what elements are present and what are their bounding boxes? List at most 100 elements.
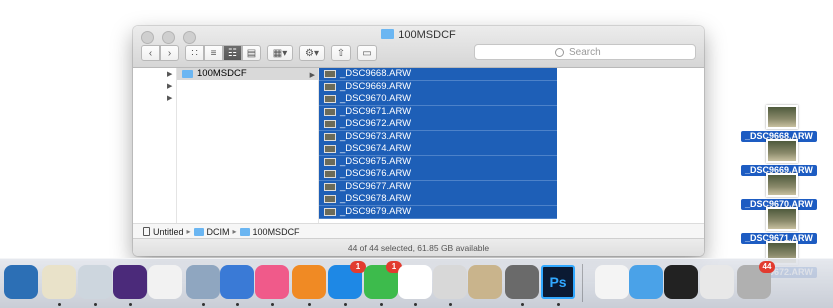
file-row[interactable]: _DSC9671.ARW bbox=[319, 105, 557, 119]
file-row[interactable]: _DSC9676.ARW bbox=[319, 168, 557, 181]
file-row[interactable]: _DSC9672.ARW bbox=[319, 118, 557, 131]
arrange-button[interactable]: ▦▾ bbox=[267, 45, 293, 61]
file-row[interactable]: _DSC9678.ARW bbox=[319, 193, 557, 206]
column-1: ▶ ▶ ▶ bbox=[133, 68, 177, 223]
image-file-icon bbox=[324, 157, 336, 166]
search-icon bbox=[555, 47, 564, 57]
running-indicator bbox=[271, 303, 274, 306]
finder-window: 100MSDCF ‹ › ∷ ≡ ☷ ▤ ▦▾ ⚙▾ ⇧ ▭ Search ▶ bbox=[133, 26, 704, 256]
running-indicator bbox=[58, 303, 61, 306]
imovie-icon[interactable] bbox=[113, 265, 147, 299]
file-row[interactable]: _DSC9675.ARW bbox=[319, 155, 557, 169]
facetime-icon[interactable]: 1 bbox=[364, 261, 402, 299]
folder-icon[interactable] bbox=[629, 265, 663, 299]
image-file-icon bbox=[324, 145, 336, 153]
file-row[interactable]: _DSC9668.ARW bbox=[319, 68, 557, 81]
status-bar: 44 of 44 selected, 61.85 GB available bbox=[133, 238, 704, 256]
window-title-text: 100MSDCF bbox=[398, 29, 456, 41]
action-gear-button[interactable]: ⚙▾ bbox=[299, 45, 325, 61]
mindnode-icon[interactable] bbox=[398, 265, 432, 299]
running-indicator bbox=[521, 303, 524, 306]
terminal-icon[interactable] bbox=[664, 265, 698, 299]
preview-icon[interactable] bbox=[78, 265, 112, 299]
photos-icon[interactable] bbox=[148, 265, 182, 299]
running-indicator bbox=[380, 303, 383, 306]
parallels-icon[interactable] bbox=[433, 265, 467, 299]
folder-icon bbox=[239, 227, 250, 236]
nav-buttons: ‹ › bbox=[141, 45, 179, 61]
list-view-button[interactable]: ≡ bbox=[204, 45, 223, 61]
photoshop-label: Ps bbox=[549, 274, 567, 290]
stickies-icon[interactable] bbox=[42, 265, 76, 299]
preview-stack-icon[interactable] bbox=[468, 265, 502, 299]
column-view-button[interactable]: ☷ bbox=[223, 45, 242, 61]
file-name: _DSC9677.ARW bbox=[340, 180, 412, 192]
file-row[interactable]: _DSC9674.ARW bbox=[319, 143, 557, 156]
file-row[interactable]: _DSC9673.ARW bbox=[319, 130, 557, 144]
ibooks-icon[interactable] bbox=[292, 265, 326, 299]
column-3-files: _DSC9668.ARW _DSC9669.ARW _DSC9670.ARW _DSC… bbox=[319, 68, 557, 223]
system-preferences-icon[interactable] bbox=[505, 265, 539, 299]
image-file-icon bbox=[324, 182, 336, 191]
running-indicator bbox=[414, 303, 417, 306]
file-name: _DSC9669.ARW bbox=[340, 80, 412, 92]
folder-icon bbox=[193, 227, 204, 236]
folder-row-100msdcf[interactable]: 100MSDCF ▶ bbox=[177, 68, 318, 80]
toolbar: ‹ › ∷ ≡ ☷ ▤ ▦▾ ⚙▾ ⇧ ▭ Search bbox=[141, 44, 696, 62]
search-field[interactable]: Search bbox=[474, 44, 696, 60]
tags-button[interactable]: ▭ bbox=[357, 45, 377, 61]
image-file-icon bbox=[324, 82, 336, 91]
file-name: _DSC9675.ARW bbox=[340, 155, 412, 167]
running-indicator bbox=[449, 303, 452, 306]
chevron-right-icon: ▶ bbox=[167, 71, 173, 78]
file-name: _DSC9679.ARW bbox=[340, 205, 412, 217]
file-row[interactable]: _DSC9669.ARW bbox=[319, 80, 557, 94]
share-button[interactable]: ⇧ bbox=[331, 45, 351, 61]
image-file-icon bbox=[324, 95, 336, 103]
drive-icon bbox=[143, 227, 150, 236]
icon-view-button[interactable]: ∷ bbox=[185, 45, 204, 61]
image-file-icon bbox=[324, 170, 336, 178]
running-indicator bbox=[94, 303, 97, 306]
file-name: _DSC9672.ARW bbox=[340, 118, 412, 129]
file-name: _DSC9674.ARW bbox=[340, 143, 412, 154]
status-text: 44 of 44 selected, 61.85 GB available bbox=[347, 243, 490, 253]
image-thumbnail bbox=[766, 105, 798, 129]
earth-icon[interactable] bbox=[4, 265, 38, 299]
image-thumbnail bbox=[766, 139, 798, 163]
file-row[interactable]: _DSC9677.ARW bbox=[319, 180, 557, 194]
back-button[interactable]: ‹ bbox=[141, 45, 160, 61]
photoshop-icon[interactable]: Ps bbox=[541, 265, 575, 299]
cover-flow-button[interactable]: ▤ bbox=[242, 45, 261, 61]
iphoto-icon[interactable] bbox=[186, 265, 220, 299]
image-file-icon bbox=[324, 120, 336, 128]
path-100msdcf[interactable]: 100MSDCF bbox=[253, 227, 300, 237]
file-row[interactable]: _DSC9679.ARW bbox=[319, 205, 557, 219]
image-file-icon bbox=[324, 207, 336, 216]
file-name: _DSC9676.ARW bbox=[340, 168, 412, 179]
dock-separator bbox=[582, 264, 583, 302]
running-indicator bbox=[236, 303, 239, 306]
folder-icon bbox=[381, 29, 395, 39]
app-store-icon[interactable]: 1 bbox=[328, 261, 366, 299]
folder-name: 100MSDCF bbox=[197, 68, 247, 79]
screenshot-icon[interactable] bbox=[700, 265, 734, 299]
document-icon[interactable] bbox=[595, 265, 629, 299]
column-browser: ▶ ▶ ▶ 100MSDCF ▶ _DSC9668.ARW _DSC9669.AR… bbox=[133, 68, 704, 223]
folder-icon bbox=[182, 70, 193, 78]
forward-button[interactable]: › bbox=[160, 45, 179, 61]
column-2: 100MSDCF ▶ bbox=[177, 68, 319, 223]
itunes-icon[interactable] bbox=[255, 265, 289, 299]
path-drive[interactable]: Untitled bbox=[153, 227, 184, 237]
keynote-icon[interactable] bbox=[220, 265, 254, 299]
image-thumbnail bbox=[766, 207, 798, 231]
titlebar: 100MSDCF ‹ › ∷ ≡ ☷ ▤ ▦▾ ⚙▾ ⇧ ▭ Search bbox=[133, 26, 704, 68]
trash-icon[interactable]: 44 bbox=[737, 261, 775, 299]
image-thumbnail bbox=[766, 173, 798, 197]
running-indicator bbox=[129, 303, 132, 306]
image-file-icon bbox=[324, 107, 336, 116]
file-row[interactable]: _DSC9670.ARW bbox=[319, 93, 557, 106]
path-dcim[interactable]: DCIM bbox=[207, 227, 230, 237]
file-name: _DSC9671.ARW bbox=[340, 105, 412, 117]
image-file-icon bbox=[324, 195, 336, 203]
